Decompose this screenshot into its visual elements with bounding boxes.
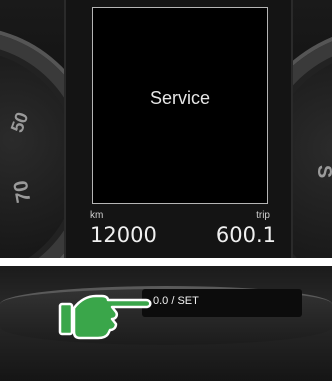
odometer-label: km — [90, 210, 104, 221]
trip-value: 600.1 — [215, 223, 276, 247]
odometer-value: 12000 — [90, 223, 157, 247]
speedometer-tick: 70 — [9, 178, 36, 205]
service-message: Service — [149, 88, 211, 108]
image-separator — [0, 258, 332, 266]
pointing-hand-icon — [58, 294, 152, 340]
multifunction-display: Service — [92, 7, 268, 204]
instrument-cluster-bottom: 0.0 / SET — [0, 266, 332, 381]
instrument-cluster-top: 50 70 S Service km trip 12000 600.1 — [0, 0, 332, 258]
trip-label: trip — [256, 210, 270, 221]
tachometer-tick: S — [312, 165, 332, 178]
odometer-area: km trip 12000 600.1 — [84, 207, 280, 258]
reset-set-button-label: 0.0 / SET — [153, 295, 199, 307]
